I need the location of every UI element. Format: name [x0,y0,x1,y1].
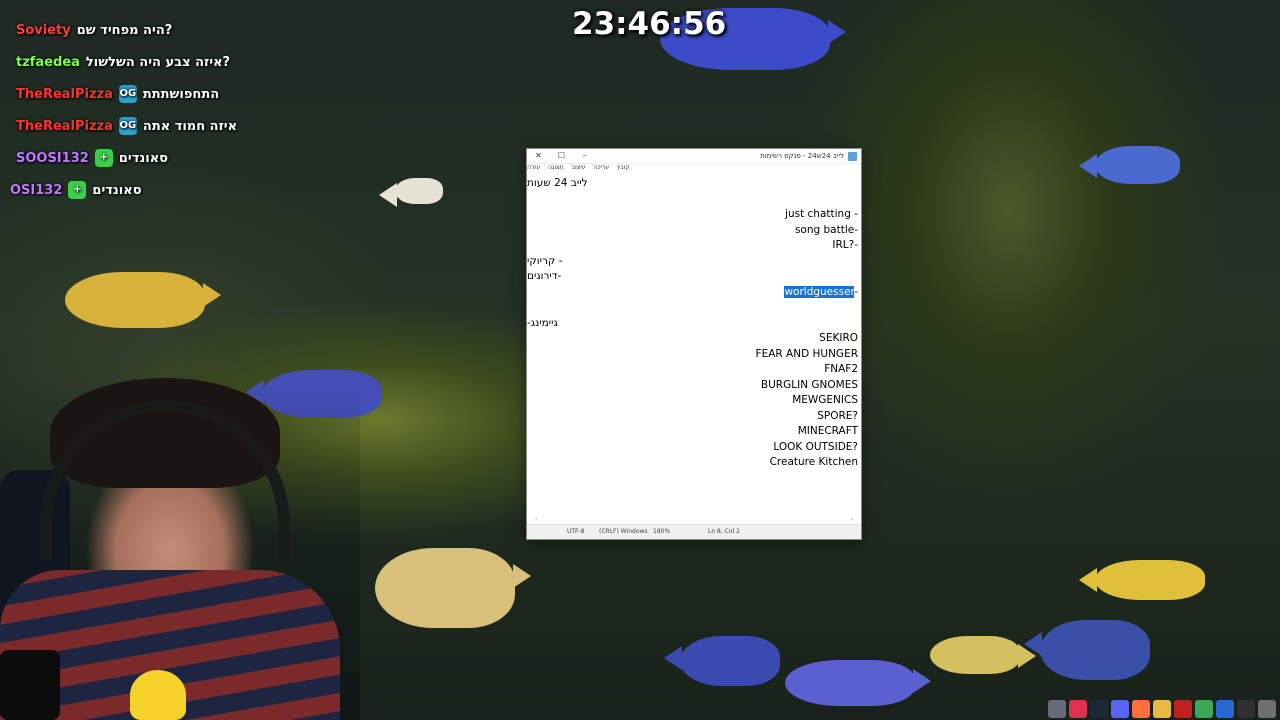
text-line: MINECRAFT [797,425,858,437]
chat-message: Soviety היה מפחיד שם? [0,14,260,46]
chat-message: TheRealPizza OG התחפושתתת [0,78,260,110]
text-line: worldguesser- [527,285,858,301]
background-fish [375,548,531,628]
media-player-icon[interactable] [1069,700,1087,718]
text-line: MEWGENICS [792,394,858,406]
maximize-button[interactable]: ☐ [550,149,573,163]
text-line: BURGLIN GNOMES [760,378,858,391]
chat-text: איזה צבע היה השלשול? [85,54,231,70]
discord-icon[interactable] [1111,700,1129,718]
background-fish [664,636,780,686]
chat-message: OSI132 + סאונדים [0,174,260,206]
horizontal-scrollbar[interactable]: ‹ › [535,516,853,523]
notepad-window[interactable]: ✕ ☐ – לייב 24ש24 - פנקס רשימות קובץ עריכה… [527,149,861,539]
minimize-button[interactable]: – [573,149,596,163]
stream-clock: 23:46:56 [572,6,727,42]
firefox-icon[interactable] [1132,700,1150,718]
text-line: IRL?- [832,239,858,251]
chat-username: Soviety [16,22,71,38]
app-blue-icon[interactable] [1216,700,1234,718]
chat-text: איזה חמוד אתה [142,118,238,134]
text-line: -דירוגים [527,270,562,282]
chat-message: SOOSI132 + סאונדים [0,142,260,174]
scroll-left-icon[interactable]: ‹ [535,516,537,523]
text-line: LOOK OUTSIDE? [773,440,858,453]
text-line: - קריוקי [527,254,563,267]
chat-text: היה מפחיד שם? [76,22,173,38]
pinned-app-icon[interactable] [1048,700,1066,718]
chat-username: SOOSI132 [16,150,89,166]
status-encoding: UTF-8 [567,528,585,535]
text-line: Creature Kitchen [769,456,858,468]
background-fish [1079,146,1180,184]
text-line [527,192,858,208]
chat-badge-icon: + [94,149,113,167]
chat-badge-icon: + [68,181,87,199]
text-line: SEKIRO [819,332,858,344]
status-cursor-position: Ln 8, Col 2 [708,528,740,535]
text-line: גיימינג- [527,316,558,329]
chat-text: סאונדים [118,150,168,166]
close-button[interactable]: ✕ [527,149,550,163]
chat-text: התחפושתתת [142,86,220,102]
background-fish [65,272,221,328]
background-fish [379,178,443,208]
folder-icon[interactable] [1153,700,1171,718]
text-line: לייב 24 שעות [527,177,588,189]
app-dark-icon[interactable] [1237,700,1255,718]
status-line-endings: (CRLF) Windows [599,528,648,535]
app-gray-icon[interactable] [1258,700,1276,718]
background-fish [1024,620,1150,680]
taskbar-tray [1014,698,1280,720]
text-line: just chatting - [785,208,858,220]
text-line [527,300,858,316]
chat-overlay: Soviety היה מפחיד שם? tzfaedea איזה צבע היה… [0,14,260,206]
rubber-duck [130,670,186,720]
chat-message: TheRealPizza OG איזה חמוד אתה [0,110,260,142]
chat-username: tzfaedea [16,54,80,70]
chat-text: סאונדים [92,182,142,198]
chat-username: TheRealPizza [16,118,113,134]
record-icon[interactable] [1174,700,1192,718]
microphone [0,650,60,720]
background-fish [785,660,931,706]
line-suffix: - [854,285,858,298]
chat-badge-icon: OG [118,117,137,135]
chat-badge-icon: OG [118,85,137,103]
notepad-icon [848,151,857,161]
text-line: SPORE? [817,409,858,422]
scroll-right-icon[interactable]: › [851,516,853,523]
notepad-titlebar[interactable]: ✕ ☐ – לייב 24ש24 - פנקס רשימות [527,149,861,164]
status-zoom: 180% [653,528,671,535]
chat-username: TheRealPizza [16,86,113,102]
text-line: song battle- [794,223,858,236]
background-fish [1079,560,1205,600]
text-editor[interactable]: לייב 24 שעות just chatting - song battle- I… [527,174,861,521]
chat-message: tzfaedea איזה צבע היה השלשול? [0,46,260,78]
chat-username: OSI132 [10,182,63,198]
selected-text[interactable]: worldguesser [784,285,855,298]
text-line: FEAR AND HUNGER [755,347,858,360]
steam-icon[interactable] [1090,700,1108,718]
text-line: FNAF2 [824,363,858,375]
status-bar: UTF-8 (CRLF) Windows 180% Ln 8, Col 2 [527,524,861,539]
chrome-icon[interactable] [1195,700,1213,718]
window-title: לייב 24ש24 - פנקס רשימות [760,152,844,160]
background-fish [930,636,1036,674]
